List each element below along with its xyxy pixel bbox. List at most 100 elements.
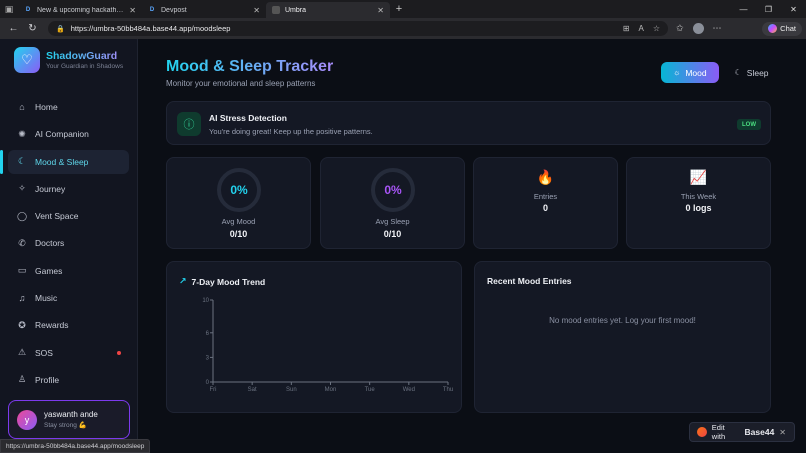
user-icon: ♙ [17, 374, 27, 385]
close-icon[interactable]: ✕ [779, 428, 786, 437]
sos-notification-dot [117, 350, 121, 355]
entries-card: 🔥 Entries 0 [473, 157, 618, 249]
back-icon[interactable]: ← [4, 23, 23, 34]
brain-icon: ✺ [18, 128, 26, 139]
sidebar-item-home[interactable]: ⌂ Home [8, 95, 129, 119]
sidebar-item-games[interactable]: ▭ Games [8, 259, 129, 283]
user-card[interactable]: y yaswanth ande Stay strong 💪 [8, 400, 130, 439]
flame-icon: 🔥 [536, 169, 555, 185]
mood-trend-chart: 0 3 6 10 Fri Sat Sun Mon Tue Wed Thu [202, 298, 453, 393]
x-tick-label: Sun [286, 387, 297, 393]
avatar: y [17, 409, 37, 430]
browser-tab-hackathons[interactable]: D New & upcoming hackathons - D ✕ [18, 2, 142, 18]
sidebar-item-journey[interactable]: ✧ Journey [8, 177, 129, 201]
recent-entries-empty-message: No mood entries yet. Log your first mood… [549, 316, 696, 325]
more-options-icon[interactable]: ⋯ [713, 23, 722, 34]
chart-increasing-icon: 📈 [689, 169, 708, 185]
y-tick-label: 3 [206, 355, 210, 361]
sun-icon: ☼ [673, 68, 681, 77]
close-tab-icon[interactable]: ✕ [253, 6, 260, 15]
sidebar-nav: ⌂ Home ✺ AI Companion ☾ Mood & Sleep ✧ Journ… [0, 95, 137, 392]
browser-tab-devpost[interactable]: D Devpost ✕ [142, 2, 266, 18]
award-icon: ✪ [18, 319, 26, 330]
user-subtitle: Stay strong 💪 [44, 422, 87, 429]
alert-circle-icon: ⓘ [177, 112, 201, 136]
tab-title: Devpost [161, 6, 187, 14]
sidebar-item-mood-sleep[interactable]: ☾ Mood & Sleep [0, 149, 129, 174]
x-tick-label: Tue [365, 387, 376, 393]
browser-tab-bar: ▣ D New & upcoming hackathons - D ✕ D De… [0, 0, 806, 18]
x-tick-label: Mon [325, 387, 337, 393]
refresh-icon[interactable]: ↻ [23, 23, 42, 34]
y-tick-label: 6 [206, 331, 210, 337]
favorites-icon[interactable]: ✩ [676, 23, 684, 34]
sidebar-item-ai-companion[interactable]: ✺ AI Companion [8, 122, 129, 146]
sidebar-item-label: Journey [35, 183, 66, 194]
edit-with-base44-button[interactable]: Edit with Base44 ✕ [689, 422, 795, 442]
avg-mood-ring: 0% [217, 168, 261, 212]
entries-value: 0 [542, 203, 548, 213]
avg-mood-card: 0% Avg Mood 0/10 [166, 157, 311, 249]
chat-bubble-icon: ◯ [17, 210, 28, 221]
stress-title: AI Stress Detection [209, 113, 287, 123]
sidebar-item-label: AI Companion [35, 129, 89, 140]
this-week-card: 📈 This Week 0 logs [626, 157, 771, 249]
avg-sleep-value: 0/10 [383, 229, 402, 239]
sidebar-item-music[interactable]: ♫ Music [8, 286, 129, 310]
brand-name: ShadowGuard [46, 50, 123, 62]
phone-icon: ✆ [18, 237, 26, 248]
sidebar-item-label: Profile [35, 374, 60, 385]
stress-detection-card: ⓘ AI Stress Detection You're doing great… [166, 101, 771, 145]
sidebar-item-label: SOS [35, 347, 53, 358]
sidebar-item-label: Games [35, 265, 63, 276]
sidebar-item-label: Rewards [35, 320, 69, 331]
mood-tab-button[interactable]: ☼ Mood [661, 62, 719, 83]
copilot-chat-button[interactable]: Chat [762, 21, 802, 36]
stress-level-badge: LOW [737, 119, 761, 130]
y-tick-label: 0 [206, 380, 210, 386]
sleep-tab-button[interactable]: ☾ Sleep [723, 62, 781, 83]
sidebar-item-doctors[interactable]: ✆ Doctors [8, 231, 129, 255]
tab-title: New & upcoming hackathons - D [37, 6, 125, 14]
close-tab-icon[interactable]: ✕ [129, 6, 136, 15]
app-available-icon[interactable]: ⊞ [623, 24, 630, 33]
entries-label: Entries [533, 192, 558, 201]
avg-sleep-ring: 0% [371, 168, 415, 212]
new-tab-icon[interactable]: + [390, 3, 408, 15]
app-root: ♡ ShadowGuard Your Guardian in Shadows ⌂… [0, 39, 806, 453]
moon-icon: ☾ [734, 68, 742, 77]
profile-avatar-icon[interactable] [692, 23, 704, 34]
edit-prefix: Edit with [711, 423, 726, 441]
close-tab-icon[interactable]: ✕ [377, 6, 384, 15]
music-icon: ♫ [18, 293, 26, 304]
avg-mood-value: 0/10 [229, 229, 248, 239]
window-menu-icon[interactable]: ▣ [0, 0, 18, 18]
copilot-icon [768, 24, 778, 33]
gamepad-icon: ▭ [17, 265, 27, 276]
sidebar-item-rewards[interactable]: ✪ Rewards [8, 313, 129, 337]
maximize-icon[interactable]: ❐ [756, 5, 781, 14]
edit-brand: Base44 [744, 427, 775, 437]
main-content: Mood & Sleep Tracker Monitor your emotio… [138, 39, 806, 453]
avg-mood-label: Avg Mood [221, 217, 256, 226]
window-controls: — ❐ ✕ [731, 5, 806, 14]
minimize-icon[interactable]: — [731, 5, 756, 14]
devpost-favicon-icon: D [25, 7, 31, 13]
address-bar[interactable]: 🔒 https://umbra-50bb484a.base44.app/mood… [48, 21, 668, 36]
sidebar-item-vent-space[interactable]: ◯ Vent Space [8, 204, 129, 228]
page-subtitle: Monitor your emotional and sleep pattern… [166, 79, 316, 88]
brand[interactable]: ♡ ShadowGuard Your Guardian in Shadows [0, 39, 137, 73]
link-status-bar: https://umbra-50bb484a.base44.app/moodsl… [0, 439, 151, 453]
user-name: yaswanth ande [44, 410, 98, 419]
devpost-favicon-icon: D [149, 7, 155, 13]
close-window-icon[interactable]: ✕ [781, 5, 806, 14]
mood-tab-label: Mood [685, 67, 707, 78]
read-aloud-icon[interactable]: A [638, 24, 643, 33]
sidebar-item-profile[interactable]: ♙ Profile [8, 368, 129, 392]
sidebar: ♡ ShadowGuard Your Guardian in Shadows ⌂… [0, 39, 138, 453]
sidebar-item-sos[interactable]: ⚠ SOS [8, 341, 129, 365]
base44-logo-icon [697, 427, 707, 437]
avg-sleep-label: Avg Sleep [375, 217, 410, 226]
favorite-star-icon[interactable]: ☆ [653, 24, 660, 33]
browser-tab-umbra[interactable]: Umbra ✕ [266, 2, 390, 18]
